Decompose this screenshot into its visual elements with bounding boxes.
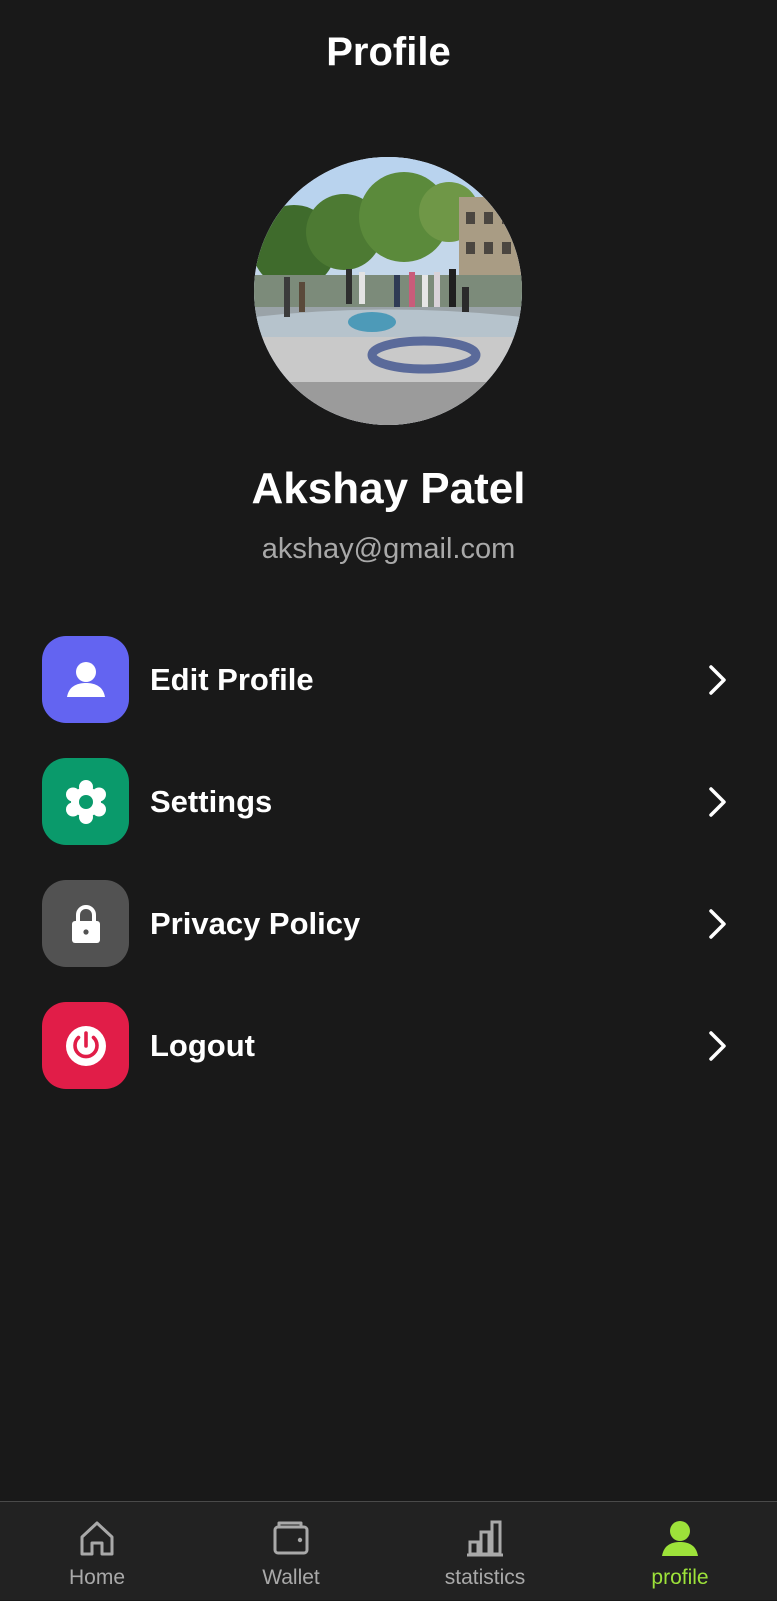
bottom-nav: Home Wallet statistics profile [0, 1501, 777, 1600]
menu-item-settings[interactable]: Settings [0, 758, 777, 845]
menu-item-logout[interactable]: Logout [0, 1002, 777, 1089]
avatar-photo [254, 157, 522, 425]
menu-item-edit-profile[interactable]: Edit Profile [0, 636, 777, 723]
home-icon [80, 1521, 114, 1556]
profile-icon [662, 1521, 698, 1556]
nav-label: Home [68, 1566, 126, 1589]
nav-item-wallet[interactable]: Wallet [194, 1502, 388, 1601]
chevron-right-icon [709, 665, 726, 695]
menu-icon-tile [42, 636, 129, 723]
chevron-right-icon [709, 1031, 726, 1061]
chevron-right-icon [709, 909, 726, 939]
nav-item-home[interactable]: Home [0, 1502, 194, 1601]
menu-icon-tile [42, 880, 129, 967]
menu-item-label: Logout [150, 1028, 256, 1063]
nav-label: profile [651, 1566, 709, 1589]
chevron-right-icon [709, 787, 726, 817]
nav-item-profile[interactable]: profile [583, 1502, 777, 1601]
menu-icon-tile [42, 1002, 129, 1089]
menu-item-label: Privacy Policy [150, 906, 361, 941]
bar-chart-icon [467, 1520, 503, 1557]
menu-item-label: Edit Profile [150, 662, 314, 697]
menu-item-label: Settings [150, 784, 273, 819]
menu-icon-tile [42, 758, 129, 845]
wallet-icon [273, 1521, 309, 1555]
lock-icon [71, 904, 100, 943]
profile-menu: Edit Profile Settings Privacy Policy Log… [0, 636, 777, 1124]
power-icon [65, 1025, 106, 1066]
nav-item-statistics[interactable]: statistics [388, 1502, 582, 1601]
page-title: Profile [326, 30, 451, 74]
user-email: akshay@gmail.com [261, 533, 516, 565]
gear-icon [65, 779, 106, 824]
user-icon [66, 661, 105, 697]
user-name: Akshay Patel [251, 464, 526, 513]
avatar[interactable] [254, 157, 522, 425]
nav-label: statistics [444, 1566, 526, 1589]
menu-item-privacy-policy[interactable]: Privacy Policy [0, 880, 777, 967]
nav-label: Wallet [262, 1566, 320, 1589]
